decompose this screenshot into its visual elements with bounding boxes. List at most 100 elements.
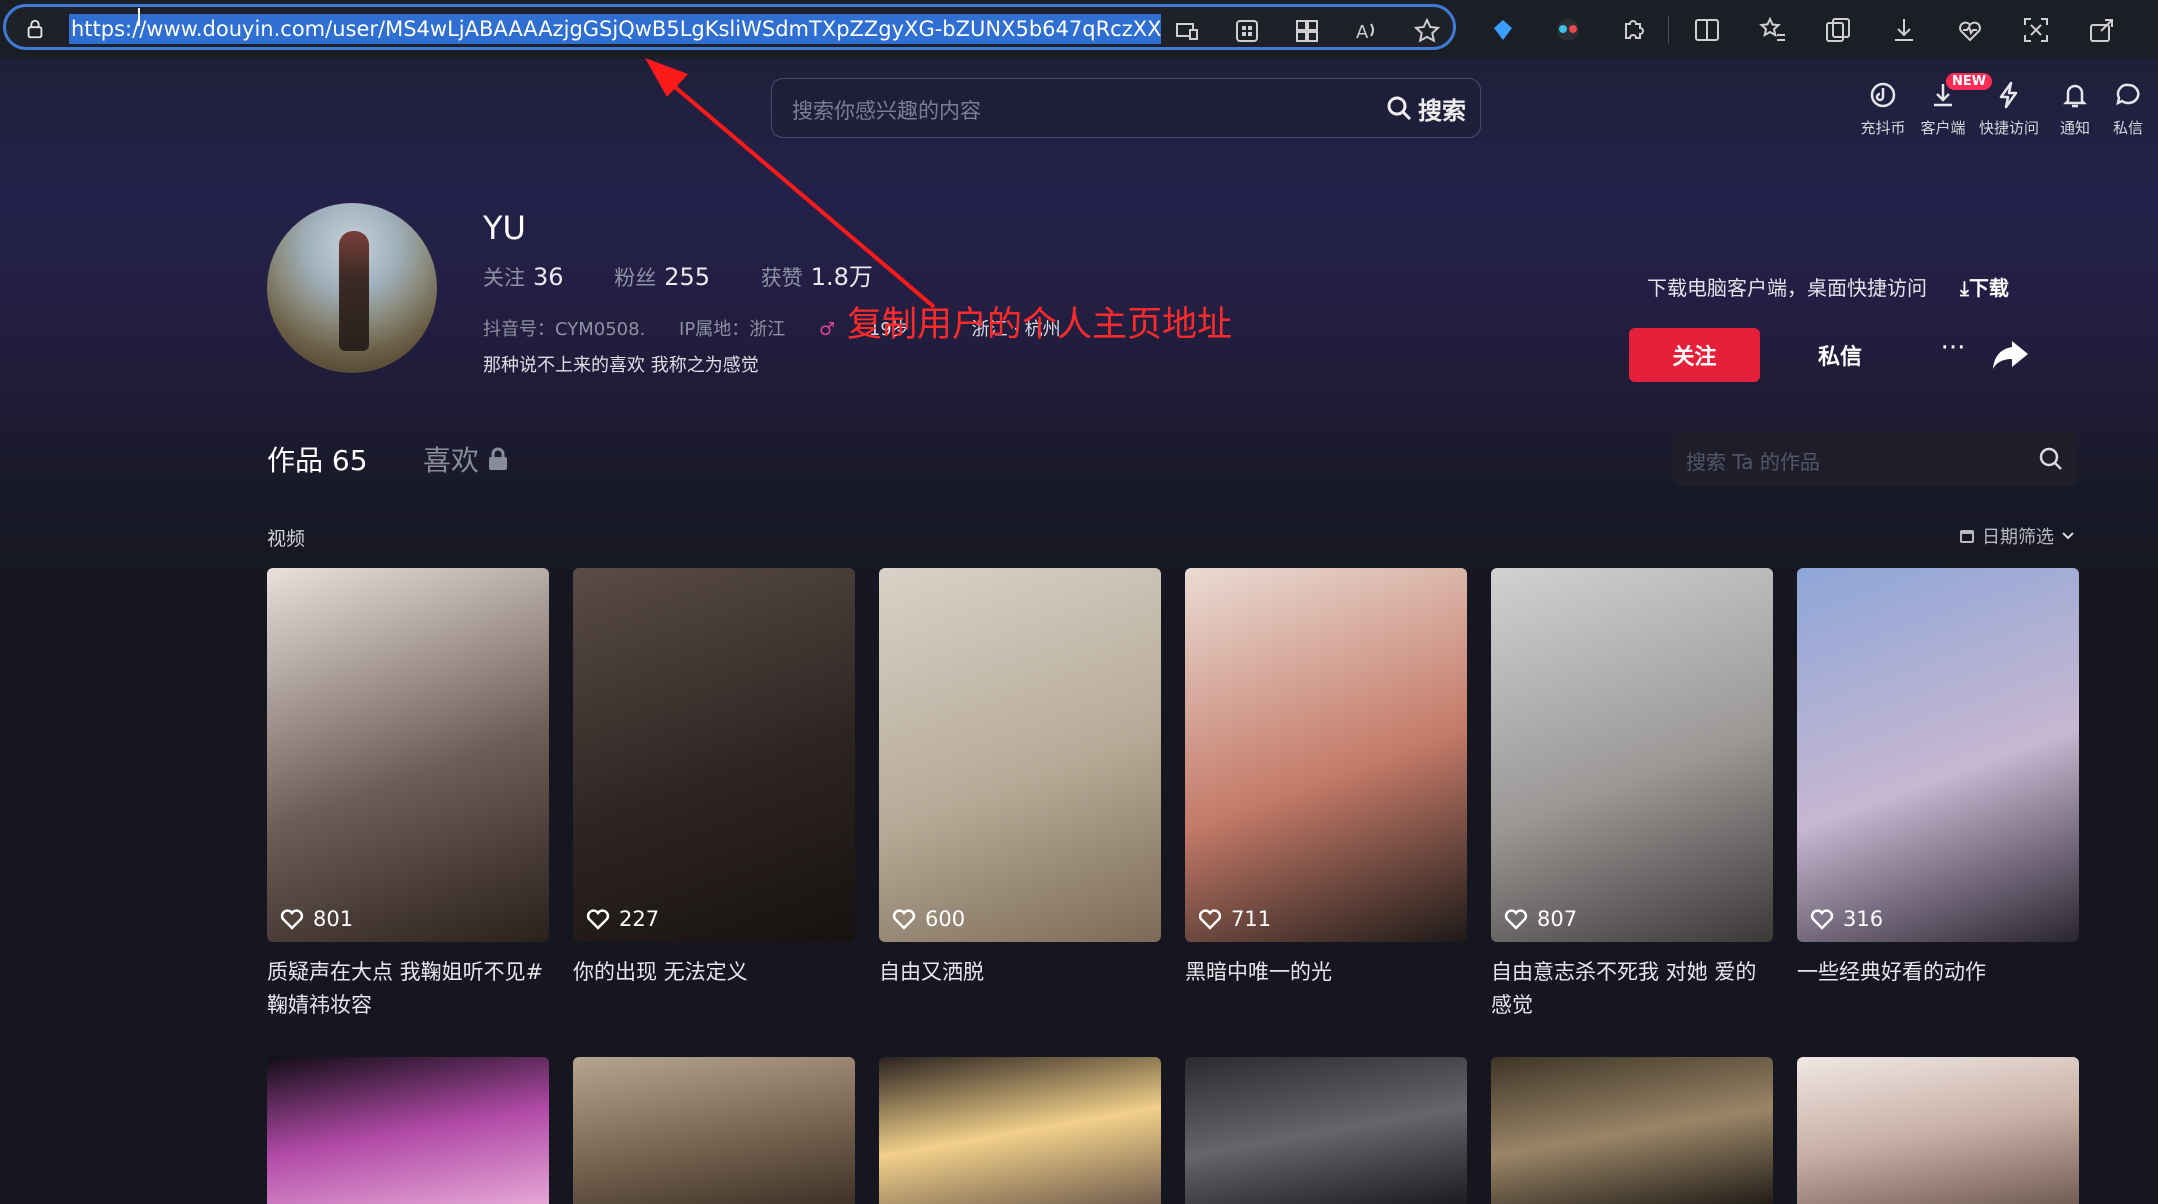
- quick-access-button[interactable]: 快捷访问: [1974, 79, 2044, 138]
- video-likes: 807: [1503, 906, 1577, 932]
- video-thumbnail[interactable]: 711: [1185, 568, 1467, 942]
- video-card[interactable]: 227 你的出现 无法定义: [573, 568, 855, 989]
- search-button[interactable]: 搜索: [1386, 91, 1466, 125]
- followers-stat[interactable]: 粉丝 255: [614, 263, 710, 291]
- video-thumbnail[interactable]: 227: [573, 568, 855, 942]
- video-caption[interactable]: 黑暗中唯一的光: [1185, 956, 1467, 989]
- puzzle-icon[interactable]: [1618, 15, 1648, 45]
- address-bar[interactable]: https://www.douyin.com/user/MS4wLjABAAAA…: [3, 4, 1456, 50]
- split-screen-icon[interactable]: [1692, 15, 1722, 45]
- video-thumbnail[interactable]: 801: [267, 568, 549, 942]
- like-count: 316: [1843, 907, 1884, 931]
- video-caption[interactable]: 你的出现 无法定义: [573, 956, 855, 989]
- message-button[interactable]: 私信: [1785, 328, 1895, 382]
- bell-icon: [2062, 84, 2088, 108]
- video-card[interactable]: 801 质疑声在大点 我鞠姐听不见#鞠婧祎妆容: [267, 568, 549, 1022]
- video-caption[interactable]: 自由又洒脱: [879, 956, 1161, 989]
- video-thumbnail[interactable]: 600: [879, 568, 1161, 942]
- quick-access-label: 快捷访问: [1978, 119, 2039, 137]
- douyin-page: 搜索你感兴趣的内容 搜索 充抖币 NEW 客户端 快捷访问 通知 私信 YU 关…: [0, 59, 2158, 1204]
- heart-icon: [892, 909, 916, 930]
- video-thumbnail[interactable]: [1491, 1057, 1773, 1204]
- like-count: 227: [619, 907, 660, 931]
- toolbar-separator: [1668, 16, 1669, 44]
- share-icon[interactable]: [1990, 335, 2032, 375]
- like-count: 801: [313, 907, 354, 931]
- ip-location: IP属地：浙江: [679, 319, 786, 340]
- client-label: 客户端: [1920, 119, 1966, 137]
- video-likes: 711: [1197, 906, 1271, 932]
- works-search-bar[interactable]: 搜索 Ta 的作品: [1672, 432, 2078, 486]
- download-client-button[interactable]: ⤓下载: [1960, 272, 2009, 301]
- search-input[interactable]: 搜索你感兴趣的内容: [792, 95, 981, 125]
- following-stat[interactable]: 关注 36: [483, 263, 564, 291]
- tab-likes[interactable]: 喜欢: [423, 439, 509, 479]
- search-bar[interactable]: 搜索你感兴趣的内容 搜索: [771, 78, 1481, 138]
- chevron-down-icon: [2062, 532, 2074, 540]
- follow-button[interactable]: 关注: [1629, 328, 1760, 382]
- video-card[interactable]: 807 自由意志杀不死我 对她 爱的感觉: [1491, 568, 1773, 1022]
- diamond-extension-icon[interactable]: [1488, 15, 1518, 45]
- video-thumbnail[interactable]: [267, 1057, 549, 1204]
- video-caption[interactable]: 一些经典好看的动作: [1797, 956, 2079, 989]
- heart-icon: [586, 909, 610, 930]
- browser-essentials-icon[interactable]: [1955, 15, 1985, 45]
- video-card[interactable]: 711 黑暗中唯一的光: [1185, 568, 1467, 989]
- likes-stat: 获赞 1.8万: [760, 263, 873, 291]
- video-thumbnail[interactable]: [1797, 1057, 2079, 1204]
- extensions-grid-icon[interactable]: [1294, 18, 1320, 44]
- collections-icon[interactable]: [1823, 15, 1853, 45]
- search-button-label: 搜索: [1418, 96, 1466, 125]
- more-button[interactable]: ···: [1928, 328, 1978, 382]
- video-caption[interactable]: 自由意志杀不死我 对她 爱的感觉: [1491, 956, 1773, 1022]
- profile-name: YU: [483, 209, 526, 247]
- read-aloud-icon[interactable]: A: [1354, 18, 1380, 44]
- video-card[interactable]: 600 自由又洒脱: [879, 568, 1161, 989]
- search-icon[interactable]: [2038, 446, 2064, 472]
- messages-button[interactable]: 私信: [2100, 79, 2156, 138]
- heart-icon: [1198, 909, 1222, 930]
- video-thumbnail[interactable]: [573, 1057, 855, 1204]
- profile-bio: 那种说不上来的喜欢 我称之为感觉: [483, 355, 759, 376]
- favorites-icon[interactable]: [1758, 15, 1788, 45]
- downloads-icon[interactable]: [1889, 15, 1919, 45]
- video-caption[interactable]: 质疑声在大点 我鞠姐听不见#鞠婧祎妆容: [267, 956, 549, 1022]
- url-text[interactable]: https://www.douyin.com/user/MS4wLjABAAAA…: [69, 14, 1161, 44]
- video-likes: 801: [279, 906, 353, 932]
- messages-label: 私信: [2112, 119, 2143, 137]
- svg-text:A: A: [1356, 22, 1369, 43]
- client-download-button[interactable]: NEW 客户端: [1908, 73, 1993, 138]
- video-likes: 600: [891, 906, 965, 932]
- date-filter-button[interactable]: 日期筛选: [1958, 523, 2076, 549]
- video-thumbnail[interactable]: [879, 1057, 1161, 1204]
- lightning-icon: [1999, 81, 2018, 109]
- heart-icon: [280, 909, 304, 930]
- app-available-icon[interactable]: [1174, 18, 1200, 44]
- works-search-input[interactable]: 搜索 Ta 的作品: [1686, 446, 1820, 475]
- video-likes: 227: [585, 906, 659, 932]
- calendar-icon: [1960, 530, 1974, 543]
- profile-stats: 关注 36 粉丝 255 获赞 1.8万: [483, 257, 917, 292]
- douyin-id: 抖音号：CYM0508.: [483, 319, 646, 340]
- lock-icon[interactable]: [24, 18, 46, 40]
- coin-icon: [1870, 82, 1896, 108]
- gender-icon: ♂: [818, 319, 836, 340]
- video-thumbnail[interactable]: [1185, 1057, 1467, 1204]
- video-card[interactable]: 316 一些经典好看的动作: [1797, 568, 2079, 989]
- annotation-text: 复制用户的个人主页地址: [847, 305, 1233, 345]
- share-page-icon[interactable]: [2087, 15, 2117, 45]
- heart-icon: [1504, 909, 1528, 930]
- lock-icon: [489, 447, 508, 470]
- search-icon: [1387, 96, 1412, 121]
- video-thumbnail[interactable]: 807: [1491, 568, 1773, 942]
- like-count: 600: [925, 907, 966, 931]
- like-count: 711: [1231, 907, 1272, 931]
- browser-toolbar: https://www.douyin.com/user/MS4wLjABAAAA…: [0, 0, 2158, 59]
- avatar[interactable]: [267, 203, 437, 373]
- tab-works[interactable]: 作品 65: [267, 439, 368, 479]
- extension-face-icon[interactable]: [1553, 15, 1583, 45]
- grid-icon[interactable]: [1234, 18, 1260, 44]
- video-thumbnail[interactable]: 316: [1797, 568, 2079, 942]
- favorite-star-icon[interactable]: [1414, 18, 1440, 44]
- screenshot-icon[interactable]: [2021, 15, 2051, 45]
